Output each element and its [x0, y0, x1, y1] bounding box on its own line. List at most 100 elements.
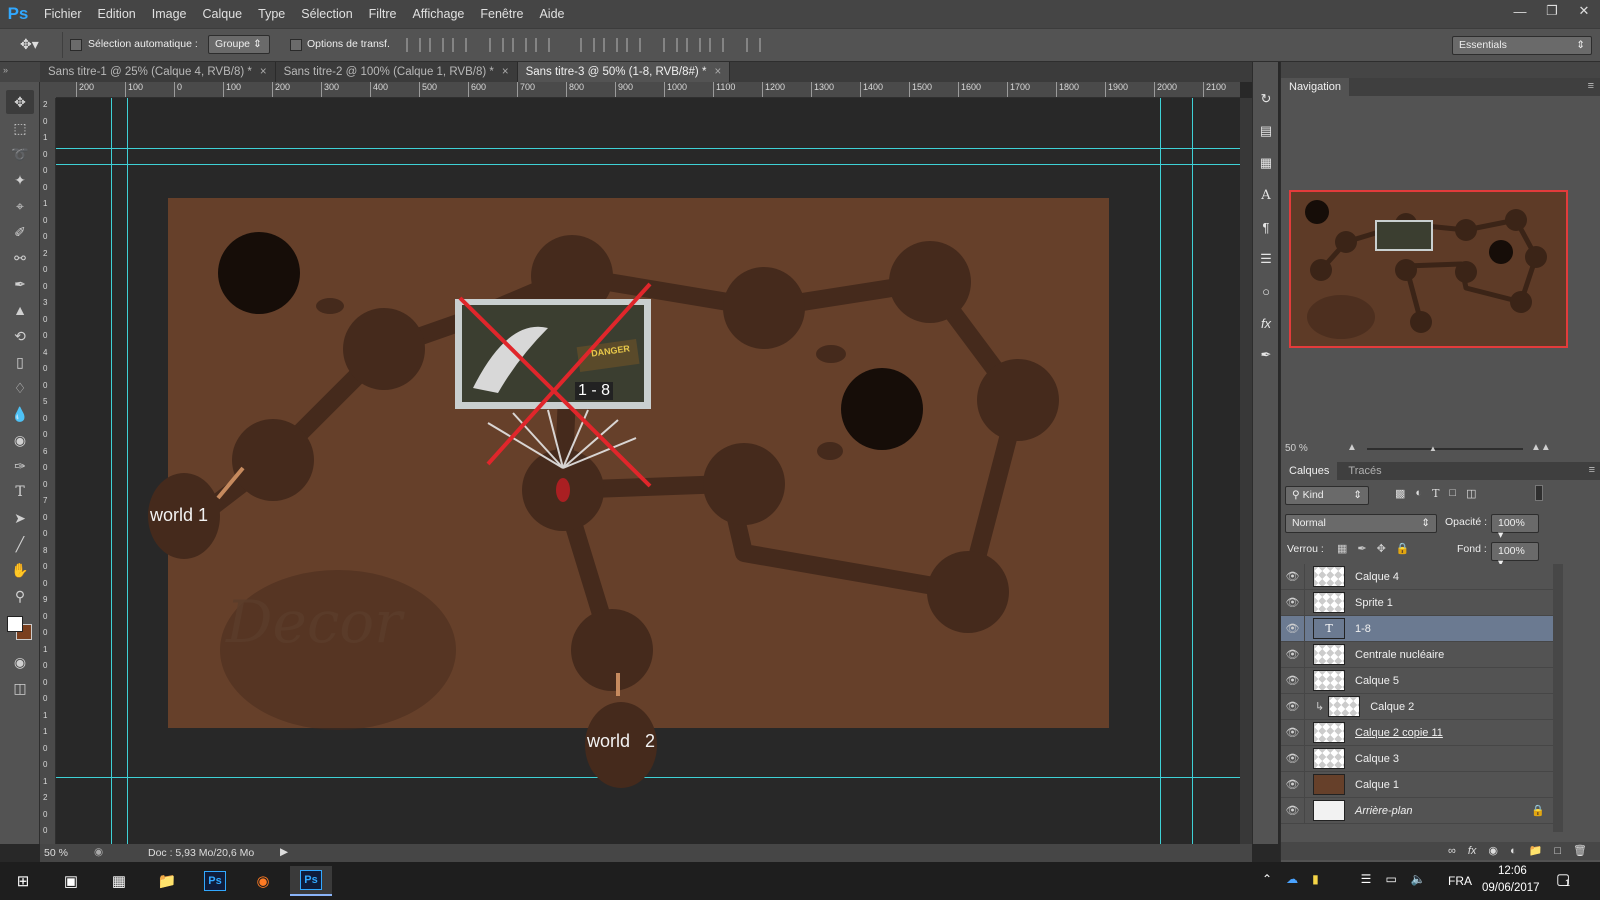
eyedropper-tool-icon[interactable]: ✐ — [6, 220, 34, 244]
eye-icon[interactable]: 👁 — [1281, 641, 1305, 668]
new-layer-icon[interactable]: □ — [1554, 842, 1561, 860]
lock-pixels-icon[interactable]: ✒ — [1357, 542, 1366, 555]
type-tool-icon[interactable]: T — [6, 480, 34, 504]
pen-tool-icon[interactable]: ✑ — [6, 454, 34, 478]
brush-tool-icon[interactable]: ✒ — [6, 272, 34, 296]
layer-style-icon[interactable]: fx — [1468, 842, 1477, 860]
layer-row-centrale-nucleaire[interactable]: 👁 Centrale nucléaire — [1281, 641, 1553, 668]
eye-icon[interactable]: 👁 — [1281, 771, 1305, 798]
distribute-bottom-icon[interactable] — [626, 38, 641, 52]
filter-smart-object-icon[interactable]: ◫ — [1466, 487, 1476, 500]
status-menu-arrow-icon[interactable]: ▶ — [280, 846, 288, 858]
paint-bucket-tool-icon[interactable]: ♢ — [6, 376, 34, 400]
marquee-tool-icon[interactable]: ⬚ — [6, 116, 34, 140]
styles-icon[interactable]: fx — [1255, 312, 1277, 334]
layers-scrollbar[interactable] — [1553, 564, 1563, 832]
quick-mask-icon[interactable]: ◉ — [6, 650, 34, 674]
layers-panel-menu-icon[interactable]: ≡ — [1589, 464, 1595, 476]
photoshop-taskbar-icon-1[interactable]: Ps — [194, 866, 236, 896]
blur-tool-icon[interactable]: 💧 — [6, 402, 34, 426]
zoom-slider[interactable] — [1367, 448, 1523, 450]
close-tab-icon[interactable]: × — [260, 66, 267, 78]
show-hidden-icons-icon[interactable]: ⌃ — [1262, 872, 1272, 886]
restore-button[interactable]: ❐ — [1536, 0, 1568, 22]
dodge-tool-icon[interactable]: ◉ — [6, 428, 34, 452]
layer-row-calque-2[interactable]: 👁 ↳ Calque 2 — [1281, 693, 1553, 720]
move-tool-icon[interactable]: ✥ — [6, 90, 34, 114]
minimize-button[interactable]: — — [1504, 0, 1536, 22]
clock-date[interactable]: 09/06/2017 — [1482, 882, 1540, 894]
notifications-icon[interactable]: ▢ 1 — [1556, 870, 1570, 888]
color-swatches[interactable] — [0, 612, 39, 648]
navigator-thumbnail[interactable] — [1289, 190, 1568, 348]
file-explorer-icon[interactable]: 📁 — [146, 866, 188, 896]
menu-edition[interactable]: Edition — [90, 0, 144, 28]
filter-type-icon[interactable]: T — [1432, 487, 1439, 500]
opacity-input[interactable]: 100% ▾ — [1491, 514, 1539, 541]
lock-position-icon[interactable]: ✥ — [1377, 542, 1386, 555]
battery-icon[interactable]: ▭ — [1385, 872, 1396, 886]
filter-toggle[interactable] — [1535, 485, 1543, 501]
distribute-top-icon[interactable] — [580, 38, 595, 52]
menu-type[interactable]: Type — [250, 0, 293, 28]
layer-mask-icon[interactable]: ◉ — [1488, 842, 1498, 860]
eye-icon[interactable]: 👁 — [1281, 745, 1305, 772]
navigator-tab[interactable]: Navigation — [1281, 78, 1349, 96]
layer-filter-dropdown[interactable]: ⚲ Kind ⇕ — [1285, 486, 1369, 505]
paths-tab[interactable]: Tracés — [1340, 462, 1389, 480]
blend-mode-dropdown[interactable]: Normal ⇕ — [1285, 514, 1437, 533]
wifi-icon[interactable]: ☰ — [1361, 872, 1372, 886]
stamp-tool-icon[interactable]: ▲ — [6, 298, 34, 322]
actions-icon[interactable]: ▤ — [1255, 120, 1277, 142]
tab-sans-titre-3[interactable]: Sans titre-3 @ 50% (1-8, RVB/8#) * × — [517, 62, 731, 82]
canvas-area[interactable]: world 1 world 2 1 - 8 DANGER Decor — [56, 98, 1240, 844]
lock-all-icon[interactable]: 🔒 — [1396, 542, 1410, 555]
align-vcenter-icon[interactable] — [429, 38, 444, 52]
collapse-toolbox-icon[interactable]: » — [0, 62, 40, 82]
layer-row-1-8[interactable]: 👁 T 1-8 — [1281, 615, 1553, 642]
tab-sans-titre-2[interactable]: Sans titre-2 @ 100% (Calque 1, RVB/8) * × — [275, 62, 518, 82]
zoom-out-icon[interactable]: ▲ — [1347, 442, 1357, 453]
volume-icon[interactable]: 🔈 — [1411, 872, 1426, 886]
navigator-zoom[interactable]: 50 % — [1285, 443, 1308, 454]
tab-sans-titre-1[interactable]: Sans titre-1 @ 25% (Calque 4, RVB/8) * × — [40, 62, 276, 82]
layer-row-calque-4[interactable]: 👁 Calque 4 — [1281, 563, 1553, 590]
adjustment-layer-icon[interactable]: ◐ — [1510, 842, 1517, 860]
menu-affichage[interactable]: Affichage — [404, 0, 472, 28]
hand-tool-icon[interactable]: ✋ — [6, 558, 34, 582]
lock-transparency-icon[interactable]: ▦ — [1337, 542, 1347, 555]
eye-icon[interactable]: 👁 — [1281, 589, 1305, 616]
filter-shape-icon[interactable]: □ — [1449, 487, 1456, 500]
close-button[interactable]: ✕ — [1568, 0, 1600, 22]
layer-row-sprite-1[interactable]: 👁 Sprite 1 — [1281, 589, 1553, 616]
onedrive-icon[interactable]: ☁ — [1286, 872, 1298, 886]
path-selection-tool-icon[interactable]: ➤ — [6, 506, 34, 530]
distribute-right-icon[interactable] — [709, 38, 724, 52]
menu-image[interactable]: Image — [144, 0, 195, 28]
eye-icon[interactable]: 👁 — [1281, 667, 1305, 694]
firefox-icon[interactable]: ◉ — [242, 866, 284, 896]
language-indicator[interactable]: FRA — [1448, 874, 1472, 888]
screen-mode-icon[interactable]: ◫ — [6, 676, 34, 700]
new-group-icon[interactable]: 📁 — [1529, 842, 1543, 860]
eye-icon[interactable]: 👁 — [1281, 797, 1305, 824]
distribute-left-icon[interactable] — [663, 38, 678, 52]
zoom-tool-icon[interactable]: ⚲ — [6, 584, 34, 608]
menu-filtre[interactable]: Filtre — [361, 0, 405, 28]
align-bottom-icon[interactable] — [452, 38, 467, 52]
magic-wand-tool-icon[interactable]: ✦ — [6, 168, 34, 192]
windows-start-icon[interactable]: ⊞ — [2, 866, 44, 896]
close-tab-icon[interactable]: × — [714, 66, 721, 78]
auto-select-checkbox[interactable] — [70, 39, 82, 51]
properties-icon[interactable]: ▦ — [1255, 152, 1277, 174]
align-top-icon[interactable] — [406, 38, 421, 52]
move-tool-icon[interactable]: ✥▾ — [20, 36, 39, 53]
auto-align-icon[interactable] — [746, 38, 761, 52]
menu-aide[interactable]: Aide — [531, 0, 572, 28]
warning-icon[interactable]: ▮ — [1312, 872, 1319, 886]
clock-time[interactable]: 12:06 — [1498, 865, 1527, 877]
eye-icon[interactable]: 👁 — [1281, 615, 1305, 642]
zoom-level[interactable]: 50 % — [44, 847, 68, 859]
distribute-vcenter-icon[interactable] — [603, 38, 618, 52]
link-layers-icon[interactable]: ∞ — [1448, 842, 1456, 860]
